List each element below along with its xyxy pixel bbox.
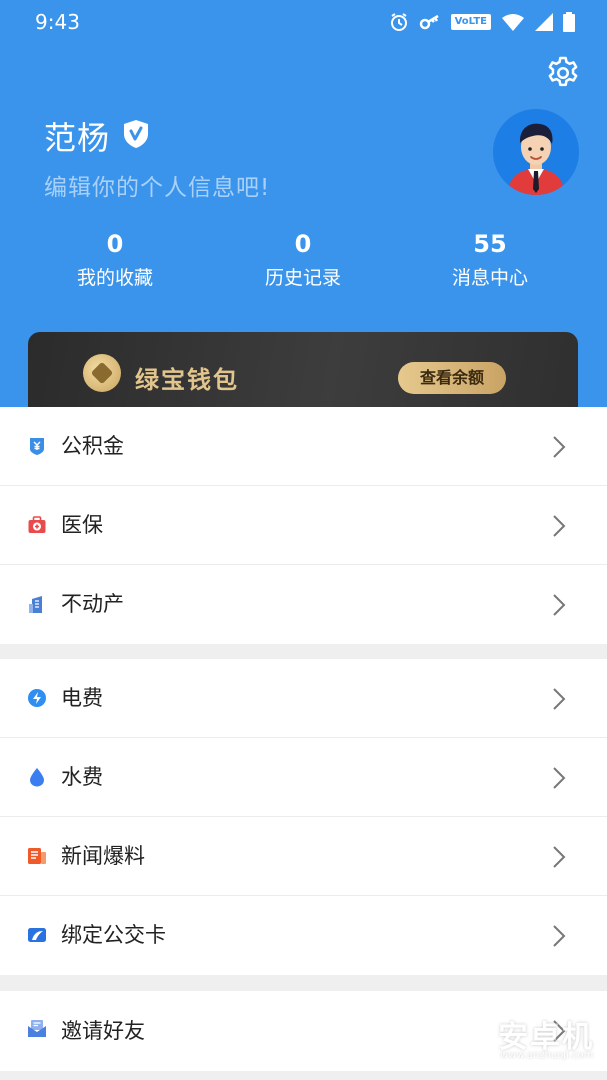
watermark-logo-icon [452,1015,492,1058]
invite-envelope-icon [28,1020,46,1037]
medical-kit-icon [28,516,46,533]
bus-card-icon [28,928,46,942]
avatar-illustration [493,109,579,195]
key-icon [419,14,439,30]
signal-icon [535,13,553,31]
status-icons: VoLTE [389,12,575,32]
list-item-label: 不动产 [61,592,124,616]
news-icon [28,848,46,864]
alarm-icon [390,13,407,31]
settings-gear-icon[interactable] [544,54,582,92]
stat-history[interactable]: 0 历史记录 [218,230,388,290]
chevron-right-icon [553,436,566,458]
stat-favorites[interactable]: 0 我的收藏 [30,230,200,290]
list-item-label: 医保 [61,513,103,537]
wifi-icon [502,14,524,31]
stat-value: 0 [294,230,312,258]
yuan-shield-icon [30,438,44,455]
list-item-electricity[interactable]: 电费 [0,659,607,738]
chevron-right-icon [553,594,566,616]
edit-profile-hint[interactable]: 编辑你的个人信息吧! [44,168,270,202]
list-item-housing-fund[interactable]: 公积金 [0,407,607,486]
water-drop-icon [30,768,44,787]
avatar[interactable] [493,109,579,195]
watermark-url: www.anzhuoji.com [500,1050,594,1061]
volte-badge: VoLTE [450,14,491,30]
list-item-bus-card[interactable]: 绑定公交卡 [0,896,607,975]
list-item-news-tips[interactable]: 新闻爆料 [0,817,607,896]
stat-label: 消息中心 [451,267,528,289]
services-section: 公积金 医保 不动产 [0,407,607,644]
chevron-right-icon [553,688,566,710]
chevron-right-icon [553,846,566,868]
list-item-label: 绑定公交卡 [61,923,166,947]
stat-label: 我的收藏 [76,267,153,289]
verified-shield-icon [124,120,148,148]
user-name[interactable]: 范杨 [44,113,110,159]
chevron-right-icon [553,767,566,789]
list-item-label: 公积金 [61,434,124,458]
list-item-label: 邀请好友 [61,1019,145,1043]
battery-icon [563,12,575,32]
building-icon [29,596,42,613]
lightning-icon [28,689,46,707]
stat-value: 0 [106,230,124,258]
stat-messages[interactable]: 55 消息中心 [405,230,575,290]
watermark: 安卓机 www.anzhuoji.com [450,1010,600,1070]
stat-value: 55 [473,230,507,258]
payments-section: 电费 水费 新闻爆料 绑定公交卡 [0,659,607,975]
stat-label: 历史记录 [264,267,341,289]
profile-header: 9:43 VoLTE 范杨 编辑你的个人信息吧! 0 我的收藏 0 历史记录 5… [0,0,607,422]
wallet-title: 绿宝钱包 [135,366,239,394]
list-item-label: 新闻爆料 [61,844,145,868]
list-item-medical-insurance[interactable]: 医保 [0,486,607,565]
status-bar: 9:43 VoLTE [0,0,607,46]
list-item-real-estate[interactable]: 不动产 [0,565,607,644]
chevron-right-icon [553,515,566,537]
list-item-label: 水费 [61,765,103,789]
view-balance-button[interactable]: 查看余额 [398,362,506,394]
list-item-water[interactable]: 水费 [0,738,607,817]
list-item-label: 电费 [61,686,103,710]
wallet-coin-icon [83,354,121,392]
status-time: 9:43 [35,10,80,34]
chevron-right-icon [553,925,566,947]
